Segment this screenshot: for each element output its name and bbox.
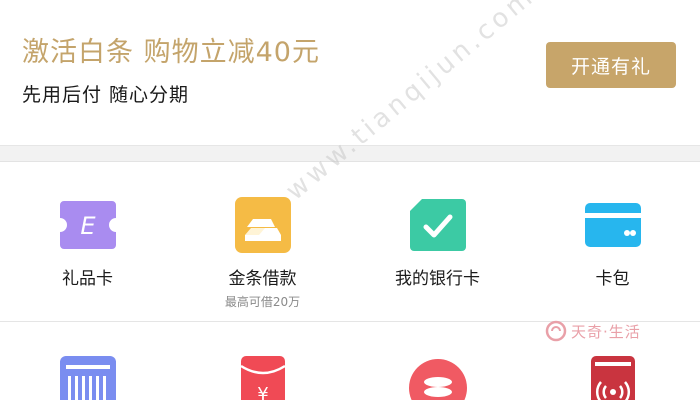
brand-logo-icon (545, 320, 567, 342)
red-envelope-item[interactable]: ¥ (175, 322, 350, 400)
coin-stack-item[interactable] (350, 322, 525, 400)
gift-card-item[interactable]: E 礼品卡 (0, 162, 175, 321)
card-wallet-label: 卡包 (595, 269, 630, 289)
gold-loan-limit: 最高可借20万 (224, 295, 301, 309)
services-grid-row-1: E 礼品卡 金条借款 最高可借20万 我的银行卡 卡包 (0, 162, 700, 322)
gold-loan-label: 金条借款 (228, 269, 297, 289)
svg-text:¥: ¥ (257, 384, 268, 400)
gold-bars-icon (234, 197, 291, 253)
gift-card-icon: E (59, 201, 116, 249)
barcode-item[interactable] (0, 322, 175, 400)
activate-gift-button[interactable]: 开通有礼 (546, 42, 676, 88)
brand-watermark-text: 天奇·生活 (571, 322, 641, 341)
red-envelope-icon: ¥ (239, 356, 286, 400)
promo-title: 激活白条 购物立减40元 (22, 37, 320, 68)
bank-card-icon (409, 199, 466, 251)
brand-watermark: 天奇·生活 (545, 320, 641, 342)
my-bank-card-item[interactable]: 我的银行卡 (350, 162, 525, 321)
card-wallet-item[interactable]: 卡包 (525, 162, 700, 321)
barcode-icon (59, 356, 116, 400)
coin-stack-icon (408, 359, 467, 400)
card-wallet-icon (584, 203, 641, 247)
gift-card-label: 礼品卡 (62, 269, 113, 289)
my-bank-card-label: 我的银行卡 (395, 269, 480, 289)
promo-subtitle: 先用后付 随心分期 (22, 84, 190, 106)
svg-text:E: E (80, 212, 96, 240)
nfc-card-icon (590, 356, 635, 400)
